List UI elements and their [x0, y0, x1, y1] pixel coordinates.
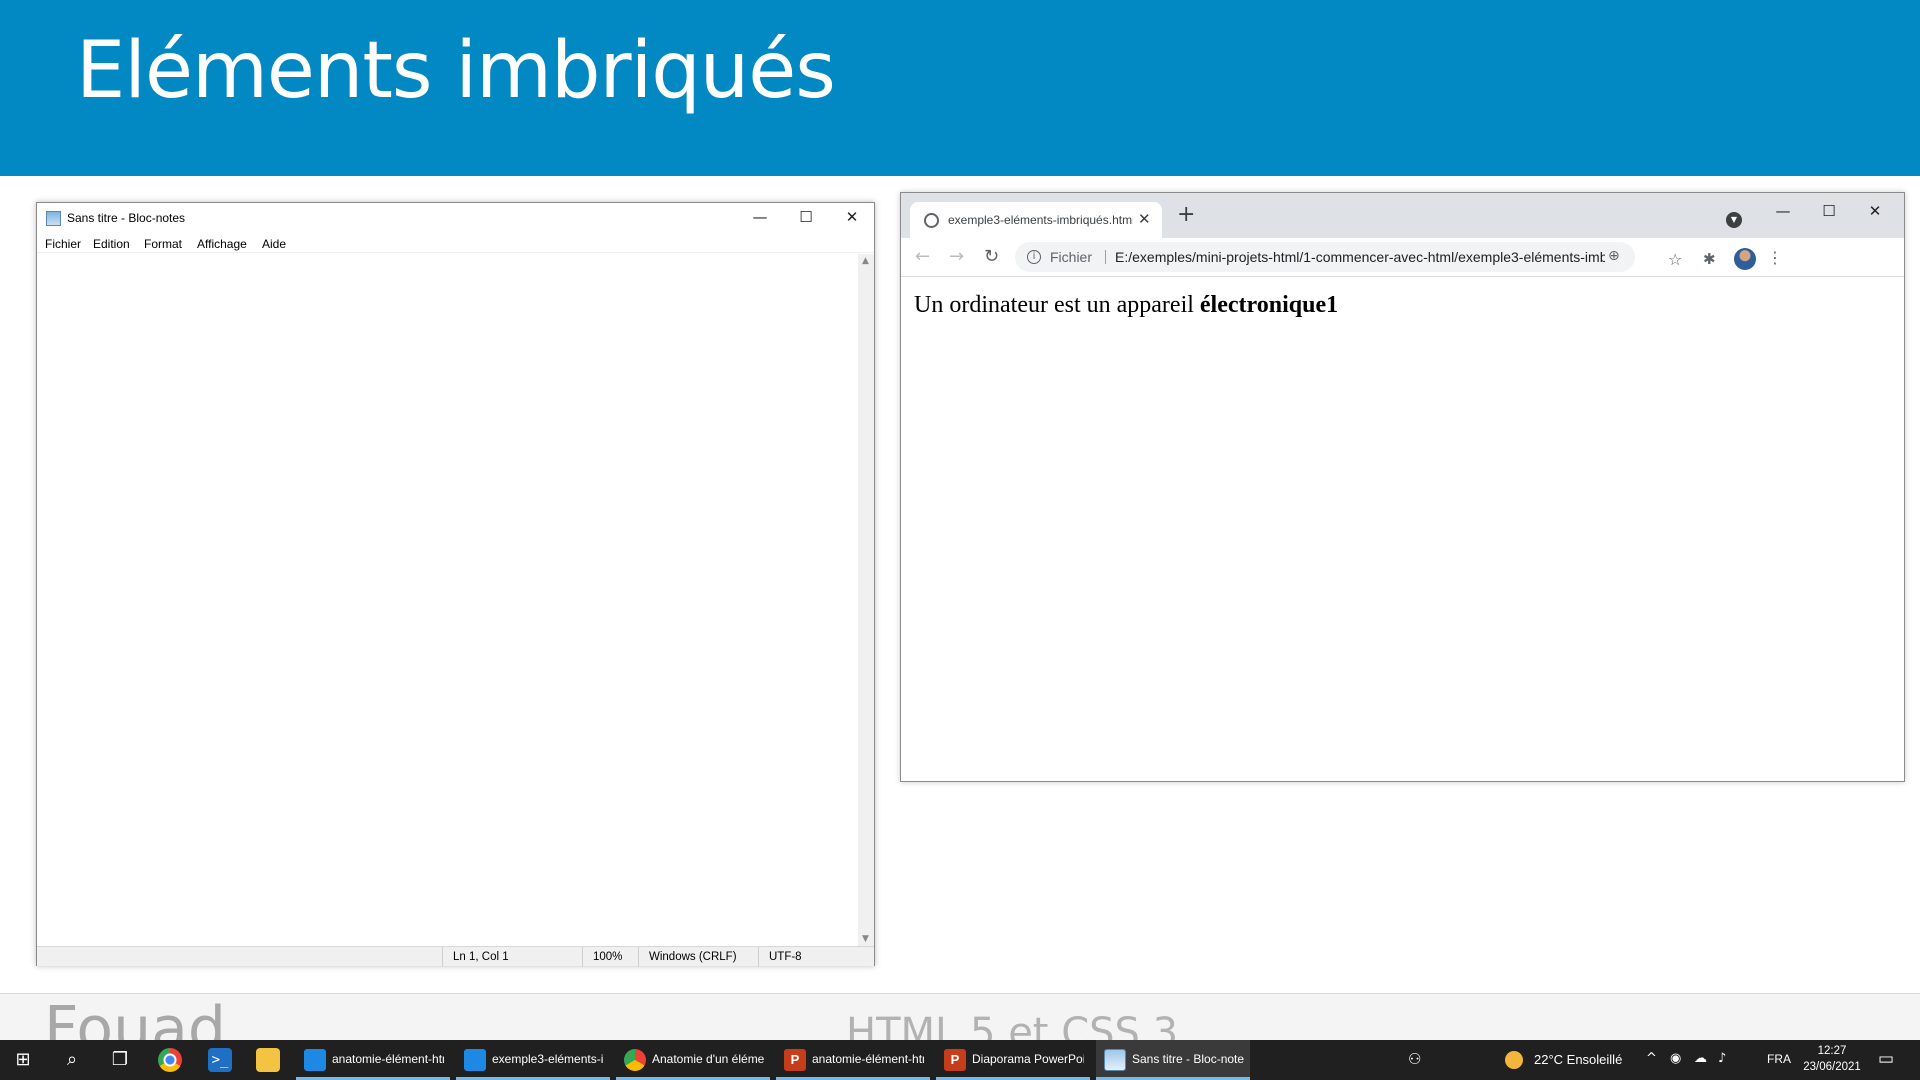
menu-aide[interactable]: Aide — [262, 237, 286, 251]
footer-author: Fouad — [44, 994, 226, 1040]
notepad-app-icon — [46, 211, 61, 226]
weather-sun-icon[interactable] — [1505, 1051, 1523, 1069]
profile-avatar[interactable] — [1734, 248, 1756, 270]
reload-icon[interactable]: ↻ — [984, 246, 999, 267]
browser-tab[interactable]: exemple3-eléments-imbriqués.html ✕ — [910, 202, 1162, 238]
browser-minimize-button[interactable]: — — [1760, 197, 1806, 225]
notepad-text-area[interactable] — [37, 254, 858, 946]
forward-arrow-icon[interactable]: → — [949, 246, 964, 267]
taskbar-task-vscode-anatomie[interactable]: anatomie-élément-html.html - Visual Stud… — [296, 1040, 450, 1080]
notepad-minimize-button[interactable]: — — [737, 203, 783, 233]
scroll-down-icon[interactable]: ▼ — [862, 934, 869, 944]
task-view-icon[interactable]: ❐ — [108, 1048, 132, 1072]
clock-time: 12:27 — [1817, 1045, 1847, 1057]
browser-window: exemple3-eléments-imbriqués.html ✕ + ▼ —… — [900, 192, 1905, 782]
page-text-bold: électronique1 — [1199, 292, 1339, 318]
clock-date: 23/06/2021 — [1803, 1061, 1861, 1073]
volume-icon[interactable]: ♪ — [1718, 1051, 1726, 1066]
terminal-pinned-icon[interactable]: >_ — [208, 1048, 232, 1072]
clock[interactable]: 12:27 23/06/2021 — [1786, 1043, 1878, 1075]
browser-maximize-button[interactable]: ☐ — [1806, 197, 1852, 225]
people-icon[interactable]: ⚇ — [1408, 1050, 1421, 1068]
file-explorer-pinned-icon[interactable] — [256, 1048, 280, 1072]
menu-affichage[interactable]: Affichage — [197, 237, 247, 251]
tab-search-icon[interactable]: ▼ — [1726, 212, 1742, 228]
menu-format[interactable]: Format — [144, 237, 182, 251]
windows-start-icon[interactable]: ⊞ — [12, 1048, 34, 1072]
status-zoom: 100% — [582, 947, 638, 967]
back-arrow-icon[interactable]: ← — [915, 246, 930, 267]
tab-close-icon[interactable]: ✕ — [1138, 210, 1151, 228]
bookmark-star-icon[interactable]: ☆ — [1668, 250, 1682, 269]
notepad-icon — [1104, 1049, 1126, 1071]
search-icon[interactable]: ⌕ — [60, 1048, 84, 1072]
address-scheme-label: Fichier — [1050, 249, 1093, 265]
onedrive-icon[interactable]: ☁ — [1694, 1051, 1707, 1066]
taskbar-task-label: exemple3-eléments-imbriqués.html - Visua… — [492, 1052, 604, 1066]
powerpoint-slideshow-icon: P — [944, 1049, 966, 1071]
notepad-maximize-button[interactable]: ☐ — [783, 203, 829, 233]
taskbar-task-label: anatomie-élément-html.pptx - PowerPoint — [812, 1052, 924, 1066]
menu-edition[interactable]: Edition — [93, 237, 130, 251]
page-paragraph: Un ordinateur est un appareil électroniq… — [914, 292, 1338, 319]
notifications-icon[interactable]: ▭ — [1878, 1049, 1894, 1069]
taskbar-task-slideshow[interactable]: P Diaporama PowerPoint — [936, 1040, 1090, 1080]
zoom-icon[interactable]: ⊕ — [1608, 248, 1620, 264]
taskbar-task-powerpoint[interactable]: P anatomie-élément-html.pptx - PowerPoin… — [776, 1040, 930, 1080]
browser-menu-icon[interactable]: ⋮ — [1767, 248, 1783, 267]
notepad-title: Sans titre - Bloc-notes — [67, 211, 186, 225]
globe-icon — [924, 213, 939, 228]
info-icon[interactable]: i — [1027, 250, 1041, 264]
browser-tabstrip: exemple3-eléments-imbriqués.html ✕ + ▼ —… — [901, 193, 1904, 238]
powerpoint-icon: P — [784, 1049, 806, 1071]
status-position: Ln 1, Col 1 — [442, 947, 582, 967]
taskbar-task-label: Diaporama PowerPoint — [972, 1052, 1084, 1066]
taskbar-task-chrome[interactable]: Anatomie d'un élément HTML - Google Chro… — [616, 1040, 770, 1080]
page-text-normal: Un ordinateur est un appareil — [914, 292, 1200, 318]
taskbar-task-vscode-exemple3[interactable]: exemple3-eléments-imbriqués.html - Visua… — [456, 1040, 610, 1080]
status-line-ending: Windows (CRLF) — [638, 947, 758, 967]
windows-taskbar: ⊞ ⌕ ❐ >_ anatomie-élément-html.html - Vi… — [0, 1040, 1920, 1080]
slide-title: Eléments imbriqués — [76, 26, 836, 116]
scroll-up-icon[interactable]: ▲ — [862, 256, 869, 266]
slide-header: Eléments imbriqués — [0, 0, 1920, 176]
vscode-icon — [464, 1049, 486, 1071]
vscode-icon — [304, 1049, 326, 1071]
notepad-window: Sans titre - Bloc-notes — ☐ ✕ Fichier Ed… — [36, 202, 875, 967]
browser-page-content: Un ordinateur est un appareil électroniq… — [901, 278, 1904, 781]
taskbar-task-notepad[interactable]: Sans titre - Bloc-notes — [1096, 1040, 1250, 1080]
network-icon[interactable]: ◉ — [1670, 1051, 1681, 1066]
notepad-menubar: Fichier Edition Format Affichage Aide — [37, 233, 874, 253]
status-encoding: UTF-8 — [758, 947, 874, 967]
menu-fichier[interactable]: Fichier — [45, 237, 81, 251]
taskbar-task-label: Anatomie d'un élément HTML - Google Chro… — [652, 1052, 764, 1066]
new-tab-button[interactable]: + — [1177, 202, 1195, 227]
weather-text[interactable]: 22°C Ensoleillé — [1534, 1052, 1622, 1067]
tray-chevron-icon[interactable]: ^ — [1646, 1051, 1657, 1066]
address-bar[interactable]: i Fichier E:/exemples/mini-projets-html/… — [1015, 242, 1635, 272]
notepad-close-button[interactable]: ✕ — [829, 203, 875, 233]
footer-course: HTML 5 et CSS 3 — [846, 1010, 1179, 1040]
chrome-icon — [624, 1049, 646, 1071]
notepad-statusbar: Ln 1, Col 1 100% Windows (CRLF) UTF-8 — [37, 946, 874, 967]
notepad-titlebar[interactable]: Sans titre - Bloc-notes — ☐ ✕ — [37, 203, 874, 233]
slide-footer: Fouad HTML 5 et CSS 3 — [0, 993, 1920, 1040]
extensions-puzzle-icon[interactable]: ✱ — [1703, 250, 1716, 268]
browser-toolbar: ← → ↻ i Fichier E:/exemples/mini-projets… — [901, 238, 1904, 277]
browser-close-button[interactable]: ✕ — [1852, 197, 1898, 225]
notepad-vertical-scrollbar[interactable]: ▲ ▼ — [858, 254, 874, 946]
address-separator — [1105, 250, 1106, 264]
browser-tab-title: exemple3-eléments-imbriqués.html — [948, 213, 1133, 227]
chrome-pinned-icon[interactable] — [158, 1048, 182, 1072]
taskbar-task-label: anatomie-élément-html.html - Visual Stud… — [332, 1052, 444, 1066]
taskbar-task-label: Sans titre - Bloc-notes — [1132, 1052, 1244, 1066]
address-url[interactable]: E:/exemples/mini-projets-html/1-commence… — [1115, 249, 1605, 265]
